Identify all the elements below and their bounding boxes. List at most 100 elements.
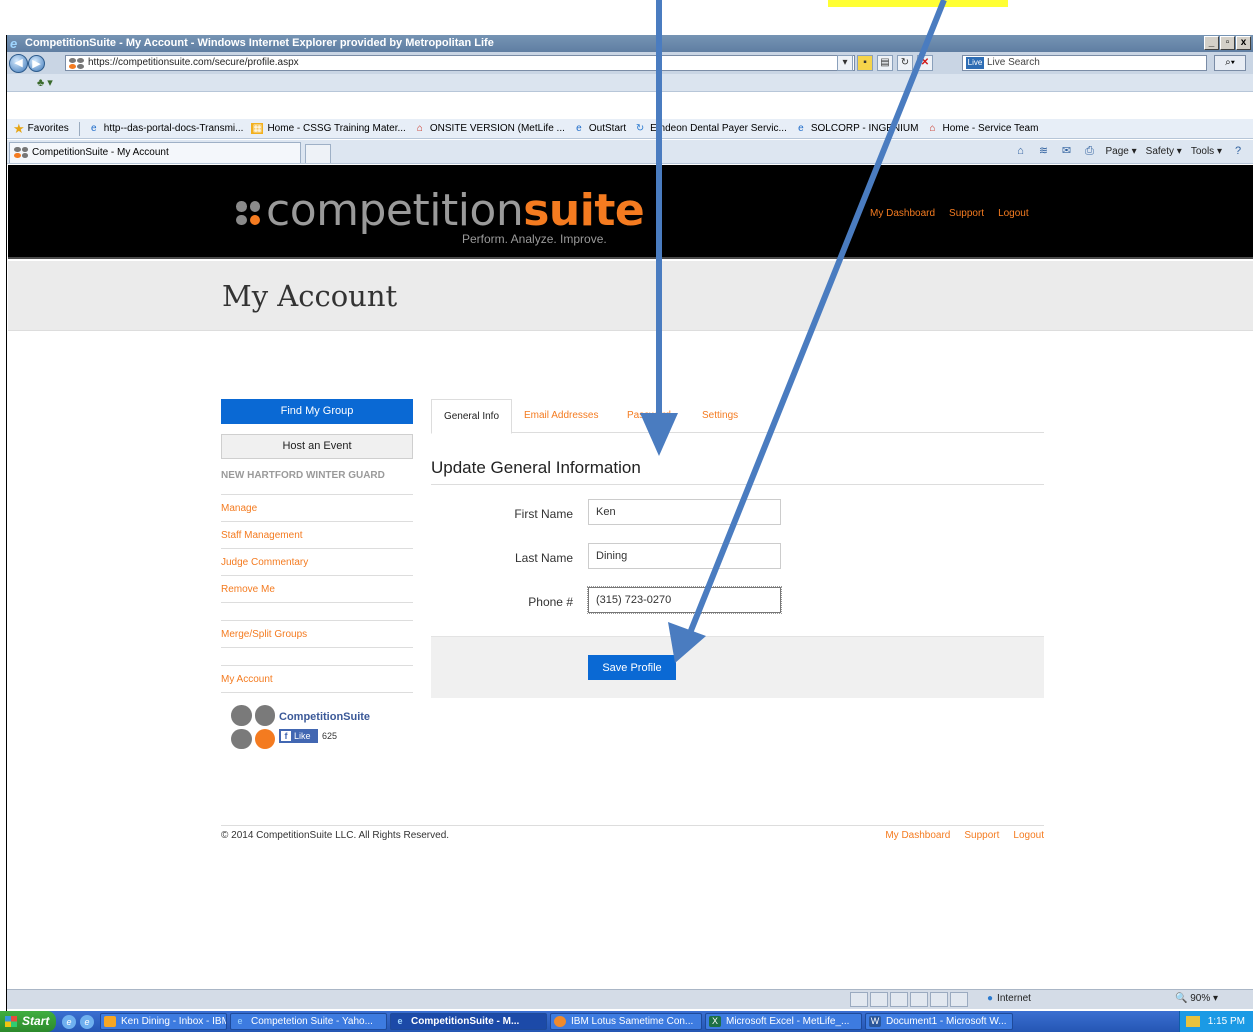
fav-link[interactable]: ▦ Home - CSSG Training Mater... [251, 123, 406, 134]
safety-menu[interactable]: Safety ▾ [1146, 146, 1182, 157]
security-zone[interactable]: ● Internet [987, 993, 1031, 1004]
taskbar-button-label: Ken Dining - Inbox - IBM ... [121, 1016, 226, 1027]
footer-link-support[interactable]: Support [964, 830, 999, 841]
house-icon: ⌂ [416, 123, 423, 134]
footer-link-logout[interactable]: Logout [1013, 830, 1044, 841]
dropdown-icon[interactable]: ▾ [837, 55, 853, 71]
tab-password[interactable]: Password [627, 399, 671, 434]
taskbar-button-label: CompetitionSuite - M... [411, 1016, 520, 1027]
taskbar-button[interactable]: X Microsoft Excel - MetLife_... [705, 1013, 862, 1030]
main-content: General Info Email Addresses Password Se… [431, 399, 1044, 698]
search-icon[interactable]: ⌕▾ [1214, 55, 1246, 71]
sidebar-link-my-account[interactable]: My Account [221, 666, 413, 693]
notes-icon [104, 1016, 116, 1027]
word-icon: W [869, 1016, 881, 1027]
start-label: Start [22, 1014, 50, 1028]
fav-link[interactable]: e http--das-portal-docs-Transmi... [88, 123, 244, 134]
tab-email-addresses[interactable]: Email Addresses [524, 399, 598, 434]
taskbar-button[interactable]: W Document1 - Microsoft W... [865, 1013, 1013, 1030]
footer-link-dashboard[interactable]: My Dashboard [885, 830, 950, 841]
account-tabs: General Info Email Addresses Password Se… [431, 399, 1044, 434]
header-link-support[interactable]: Support [949, 208, 984, 219]
fb-like-button[interactable]: f Like [279, 729, 318, 743]
refresh-icon[interactable]: ↻ [897, 55, 913, 71]
compat-icon[interactable]: ▤ [877, 55, 893, 71]
logo-wordmark: competitionsuite [266, 185, 645, 236]
last-name-field[interactable] [588, 543, 781, 569]
web-page: competitionsuite Perform. Analyze. Impro… [8, 165, 1253, 988]
maximize-button[interactable]: ▫ [1220, 36, 1235, 50]
tab-bar: CompetitionSuite - My Account ⌂ ≋ ✉ ⎙ Pa… [7, 140, 1253, 164]
phone-field[interactable] [587, 586, 782, 614]
house-icon: ⌂ [929, 123, 936, 134]
search-input[interactable]: Live Live Search [962, 55, 1207, 71]
sidebar-link-manage[interactable]: Manage [221, 495, 413, 522]
find-my-group-button[interactable]: Find My Group [221, 399, 413, 424]
fav-link[interactable]: ⌂ Home - Service Team [926, 123, 1038, 134]
sidebar-link-merge-split[interactable]: Merge/Split Groups [221, 621, 413, 648]
favorites-button[interactable]: Favorites [28, 123, 69, 134]
save-profile-button[interactable]: Save Profile [588, 655, 676, 680]
taskbar-button[interactable]: Ken Dining - Inbox - IBM ... [100, 1013, 227, 1030]
fav-link-label: Emdeon Dental Payer Servic... [650, 123, 787, 134]
header-link-logout[interactable]: Logout [998, 208, 1029, 219]
tab-settings[interactable]: Settings [702, 399, 738, 434]
taskbar-button[interactable]: e Competetion Suite - Yaho... [230, 1013, 387, 1030]
taskbar-button[interactable]: IBM Lotus Sametime Con... [550, 1013, 702, 1030]
zoom-level[interactable]: 🔍 90% ▾ [1175, 993, 1218, 1004]
address-input[interactable]: https://competitionsuite.com/secure/prof… [65, 55, 855, 71]
sidebar-link-remove-me[interactable]: Remove Me [221, 576, 413, 603]
new-tab-button[interactable] [305, 144, 331, 163]
header-link-dashboard[interactable]: My Dashboard [870, 208, 935, 219]
ie-icon: e [397, 1016, 403, 1026]
taskbar-button[interactable]: e CompetitionSuite - M... [390, 1013, 547, 1030]
page-title: My Account [222, 279, 398, 313]
browser-window: e CompetitionSuite - My Account - Window… [6, 35, 1253, 1017]
feed-icon[interactable]: ♣ ▾ [37, 76, 53, 89]
mail-icon[interactable]: ✉ [1059, 145, 1073, 158]
fav-link[interactable]: ⌂ ONSITE VERSION (MetLife ... [414, 123, 565, 134]
last-name-label: Last Name [514, 551, 573, 565]
fav-link[interactable]: ↻ Emdeon Dental Payer Servic... [634, 123, 787, 134]
fav-link[interactable]: e SOLCORP - INGENIUM [795, 123, 918, 134]
host-event-button[interactable]: Host an Event [221, 434, 413, 459]
sidebar-link-judge-commentary[interactable]: Judge Commentary [221, 549, 413, 576]
fb-page-name[interactable]: CompetitionSuite [279, 711, 370, 723]
taskbar: Start e e Ken Dining - Inbox - IBM ... e… [0, 1011, 1253, 1032]
forward-icon[interactable]: ▶ [28, 55, 45, 72]
ie-icon: e [576, 123, 582, 134]
tab-general-info[interactable]: General Info [431, 399, 512, 434]
home-icon[interactable]: ⌂ [1013, 145, 1027, 158]
ie-icon[interactable]: e [62, 1014, 76, 1029]
help-icon[interactable]: ? [1231, 145, 1245, 158]
page-menu[interactable]: Page ▾ [1105, 146, 1136, 157]
sidebar-link-staff[interactable]: Staff Management [221, 522, 413, 549]
lock-icon[interactable]: ▪ [857, 55, 873, 71]
globe-icon: ● [987, 993, 994, 1004]
close-button[interactable]: x [1236, 36, 1251, 50]
stop-icon[interactable]: ✕ [917, 55, 933, 71]
ie-icon[interactable]: e [80, 1014, 94, 1029]
header-nav: My Dashboard Support Logout [870, 208, 1029, 219]
browser-tab[interactable]: CompetitionSuite - My Account [9, 142, 301, 163]
fav-link-label: http--das-portal-docs-Transmi... [103, 123, 244, 134]
fav-link-label: Home - CSSG Training Mater... [267, 123, 406, 134]
ie-icon: e [798, 123, 804, 134]
start-button[interactable]: Start [0, 1011, 56, 1032]
print-icon[interactable]: ⎙ [1082, 145, 1096, 158]
form-heading: Update General Information [431, 458, 1044, 485]
copyright: © 2014 CompetitionSuite LLC. All Rights … [221, 830, 450, 841]
minimize-button[interactable]: _ [1204, 36, 1219, 50]
fav-link[interactable]: e OutStart [573, 123, 626, 134]
tools-menu[interactable]: Tools ▾ [1191, 146, 1222, 157]
fav-link-label: ONSITE VERSION (MetLife ... [429, 123, 565, 134]
first-name-label: First Name [514, 507, 573, 521]
site-favicon-icon [69, 58, 84, 69]
back-icon[interactable]: ◀ [9, 54, 28, 73]
taskbar-button-label: IBM Lotus Sametime Con... [571, 1016, 694, 1027]
favorites-star-icon[interactable]: ★ [13, 121, 25, 137]
tray-icons[interactable] [1185, 1016, 1200, 1027]
logo-dots-icon [236, 201, 260, 225]
first-name-field[interactable] [588, 499, 781, 525]
feeds-icon[interactable]: ≋ [1036, 145, 1050, 158]
